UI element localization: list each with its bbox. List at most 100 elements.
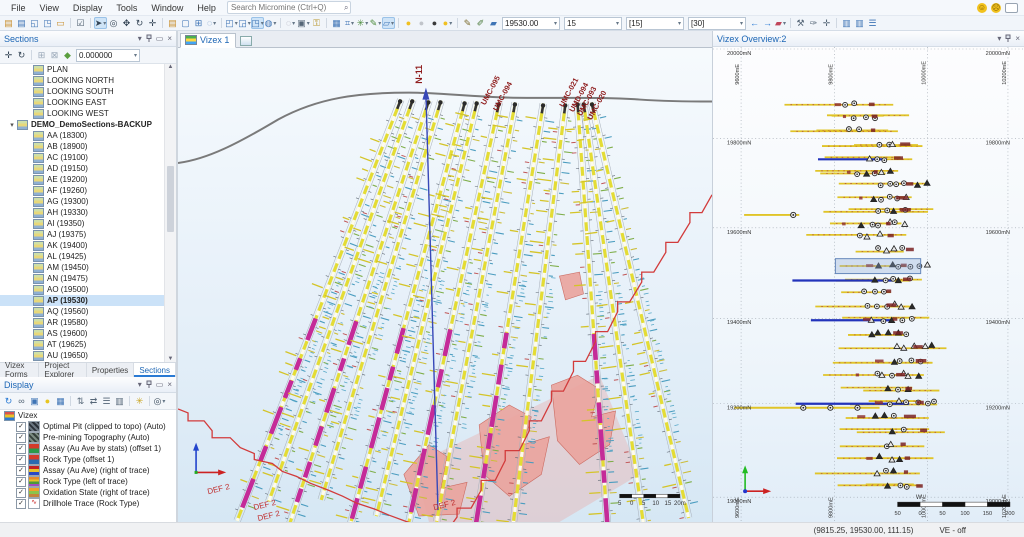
section-item-ah[interactable]: AH (19330) (0, 207, 164, 218)
scrollbar-thumb[interactable] (167, 166, 174, 232)
rotate-tool-icon[interactable]: ↻ (133, 17, 146, 29)
section-item-ab[interactable]: AB (18900) (0, 141, 164, 152)
circle-select-icon[interactable]: ◌▾ (284, 17, 297, 29)
view-options-icon[interactable]: ◌▾ (205, 17, 218, 29)
menu-item-file[interactable]: File (4, 2, 33, 14)
nodes-icon[interactable]: ✳▾ (356, 17, 369, 29)
menu-item-window[interactable]: Window (144, 2, 190, 14)
section-box-icon[interactable]: ▰ (487, 17, 500, 29)
layer-row[interactable]: ✓Assay (Au Ave by stats) (offset 1) (0, 443, 176, 454)
compare-icon[interactable]: ▥ (113, 395, 126, 407)
group-icon[interactable]: ☰ (100, 395, 113, 407)
section-item-ac[interactable]: AC (19100) (0, 152, 164, 163)
import-icon[interactable]: ▤ (15, 17, 28, 29)
happy-face-icon[interactable]: ☺ (977, 3, 987, 13)
step-value-combo[interactable]: 15▾ (564, 17, 622, 30)
tile-windows-icon[interactable]: ◳ (41, 17, 54, 29)
menu-item-view[interactable]: View (33, 2, 66, 14)
tree-expander-icon[interactable]: ▾ (8, 121, 16, 129)
delete-section-icon[interactable]: ⊠ (48, 49, 61, 61)
copy-view-icon[interactable]: ▢ (179, 17, 192, 29)
section-item-ad[interactable]: AD (19150) (0, 163, 164, 174)
tab-vizex-forms[interactable]: Vizex Forms (0, 363, 39, 377)
tab-new-view[interactable] (236, 35, 256, 47)
select-cursor-icon[interactable]: ➤▾ (94, 17, 107, 29)
new-window-icon[interactable]: ◱ (28, 17, 41, 29)
view-plan-icon[interactable]: ◳▾ (251, 17, 264, 29)
section-item-ar[interactable]: AR (19580) (0, 317, 164, 328)
vizex-forms-icon[interactable]: ☑ (74, 17, 87, 29)
close-icon[interactable]: × (167, 34, 172, 43)
neutral-face-icon[interactable]: ☹ (991, 3, 1001, 13)
section-layers-icon[interactable]: ◆ (61, 49, 74, 61)
folder-icon[interactable]: ▭ (54, 17, 67, 29)
search-input[interactable] (228, 3, 344, 12)
search-box[interactable]: ⌕ (227, 1, 351, 14)
grid-icon[interactable]: ▦ (330, 17, 343, 29)
section-item-au[interactable]: AU (19650) (0, 350, 164, 361)
layer-row[interactable]: ✓Assay (Au Ave) (right of trace) (0, 465, 176, 476)
close-icon[interactable]: × (167, 380, 172, 389)
section-item-ap[interactable]: AP (19530) (0, 295, 164, 306)
comment-bubble-icon[interactable] (1005, 3, 1018, 13)
chevron-down-icon[interactable]: ▾ (616, 20, 619, 27)
tab-vizex-1[interactable]: Vizex 1 (180, 33, 236, 48)
profile-icon[interactable]: ✑ (807, 17, 820, 29)
move-up-icon[interactable]: ⇅ (74, 395, 87, 407)
width-back-combo[interactable]: [15]▾ (626, 17, 684, 30)
section-item-looking[interactable]: LOOKING NORTH (0, 75, 164, 86)
section-item-looking[interactable]: LOOKING EAST (0, 97, 164, 108)
flash-icon[interactable]: ✳ (133, 395, 146, 407)
chevron-down-icon[interactable]: ▾ (554, 20, 557, 27)
menu-item-display[interactable]: Display (66, 2, 110, 14)
panel-menu-icon[interactable]: ▾ (138, 380, 142, 389)
annotate-icon[interactable]: ✛ (820, 17, 833, 29)
overview-canvas[interactable]: 20000mN20000mN19800mN19800mN19600mN19600… (713, 47, 1024, 522)
layer-checkbox[interactable]: ✓ (16, 477, 26, 487)
layer-row[interactable]: ✓Optimal Pit (clipped to topo) (Auto) (0, 421, 176, 432)
section-value-combo[interactable]: 19530.00▾ (502, 17, 560, 30)
key-icon[interactable]: ⚿ (310, 17, 323, 29)
section-item-ag[interactable]: AG (19300) (0, 196, 164, 207)
menu-item-help[interactable]: Help (190, 2, 223, 14)
display-limits-icon[interactable]: ▣▾ (297, 17, 310, 29)
rotate-view-icon[interactable]: ↻ (15, 49, 28, 61)
pan-tool-icon[interactable]: ✥ (120, 17, 133, 29)
open-folder-icon[interactable]: ▤ (166, 17, 179, 29)
menu-item-tools[interactable]: Tools (109, 2, 144, 14)
find-layer-icon[interactable]: ◎▾ (153, 395, 166, 407)
section-item-looking[interactable]: LOOKING WEST (0, 108, 164, 119)
section-item-ak[interactable]: AK (19400) (0, 240, 164, 251)
scroll-up-icon[interactable]: ▲ (168, 64, 174, 70)
dig-edit2-icon[interactable]: ✐ (474, 17, 487, 29)
layer-row[interactable]: ✓Rock Type (offset 1) (0, 454, 176, 465)
digitise-icon[interactable]: ✎▾ (369, 17, 382, 29)
pin-icon[interactable] (146, 380, 152, 389)
saved-view2-icon[interactable]: ▥ (853, 17, 866, 29)
maximize-icon[interactable]: ▭ (156, 380, 164, 389)
panel-menu-icon[interactable]: ▾ (997, 34, 1001, 43)
section-item-ao[interactable]: AO (19500) (0, 284, 164, 295)
add-section-icon[interactable]: ⊞ (35, 49, 48, 61)
saved-view3-icon[interactable]: ☰ (866, 17, 879, 29)
chevron-down-icon[interactable]: ▾ (678, 20, 681, 27)
pin-icon[interactable] (146, 34, 152, 43)
dig-edit-icon[interactable]: ✎ (461, 17, 474, 29)
next-section-icon[interactable]: → (761, 17, 774, 29)
prev-section-icon[interactable]: ← (748, 17, 761, 29)
maximize-icon[interactable]: ▭ (156, 34, 164, 43)
tab-project-explorer[interactable]: Project Explorer (39, 363, 86, 377)
view-3d-icon[interactable]: ◲▾ (238, 17, 251, 29)
tab-properties[interactable]: Properties (87, 363, 134, 377)
sections-scrollbar[interactable]: ▲ ▼ (164, 64, 176, 362)
layer-checkbox[interactable]: ✓ (16, 466, 26, 476)
saved-view1-icon[interactable]: ▥ (840, 17, 853, 29)
zoom-tool-icon[interactable]: ◎ (107, 17, 120, 29)
layer-row[interactable]: ✓Pre-mining Topography (Auto) (0, 432, 176, 443)
move-tool-icon[interactable]: ✛ (146, 17, 159, 29)
layer-checkbox[interactable]: ✓ (16, 433, 26, 443)
layer-row[interactable]: ✓Rock Type (left of trace) (0, 476, 176, 487)
form-properties-icon[interactable]: ▣ (28, 395, 41, 407)
chevron-down-icon[interactable]: ▾ (740, 20, 743, 27)
layer-checkbox[interactable]: ✓ (16, 422, 26, 432)
